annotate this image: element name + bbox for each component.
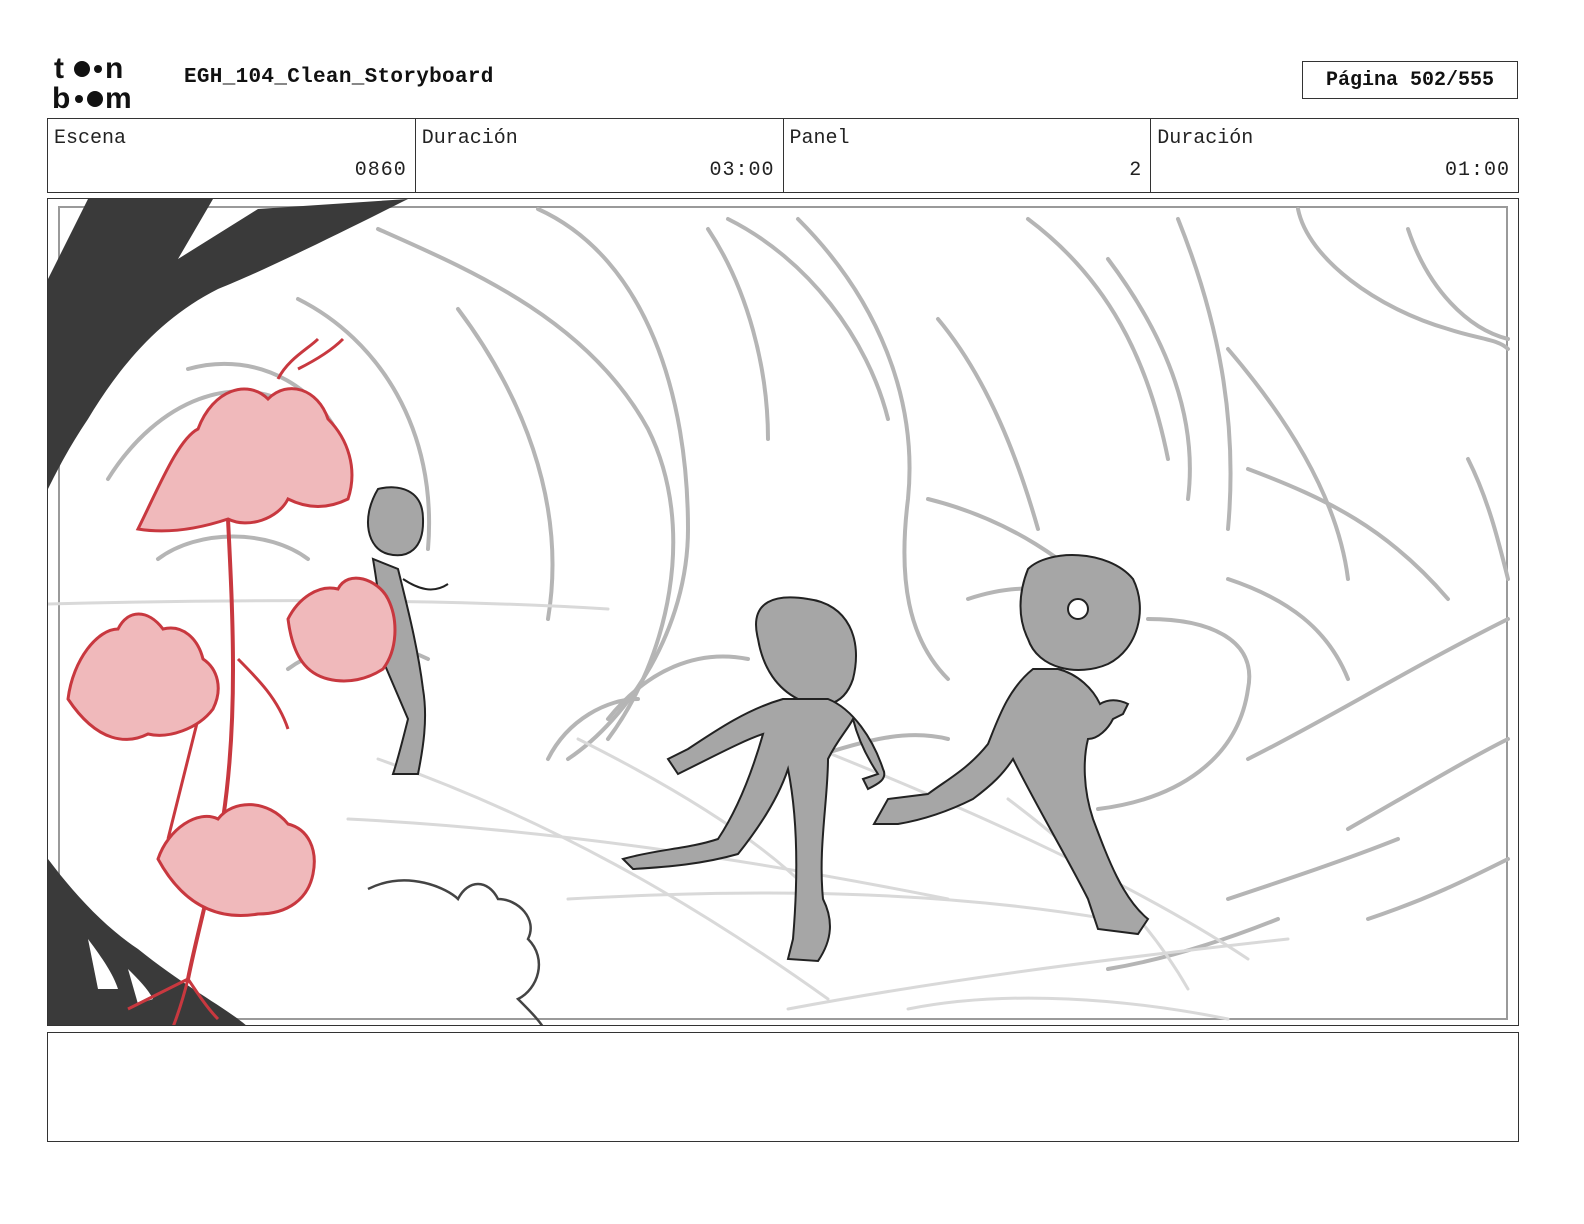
storyboard-panel: [47, 198, 1519, 1026]
scene-value: 0860: [354, 159, 407, 182]
svg-text:n: n: [105, 52, 123, 85]
page-indicator: Página 502/555: [1302, 61, 1518, 99]
panel-duration-cell: Duración 01:00: [1151, 119, 1518, 192]
scene-label: Escena: [54, 127, 127, 150]
front-girl-character: [872, 554, 1150, 936]
foreground-bush: [367, 879, 544, 1025]
scene-duration-value: 03:00: [709, 159, 775, 182]
scene-duration-label: Duración: [421, 127, 518, 150]
panel-cell: Panel 2: [784, 119, 1152, 192]
svg-text:t: t: [54, 52, 64, 85]
svg-text:m: m: [105, 82, 132, 112]
red-flower-plant: [66, 337, 397, 1025]
panel-duration-label: Duración: [1157, 127, 1254, 150]
toonboom-logo: t n b m: [52, 52, 132, 112]
scene-cell: Escena 0860: [48, 119, 416, 192]
panel-label: Panel: [789, 127, 850, 150]
scene-duration-cell: Duración 03:00: [416, 119, 784, 192]
panel-duration-value: 01:00: [1444, 159, 1510, 182]
panel-illustration: [48, 199, 1510, 1025]
document-title: EGH_104_Clean_Storyboard: [184, 66, 494, 89]
panel-notes-box: [47, 1032, 1519, 1142]
panel-value: 2: [1129, 159, 1143, 182]
middle-girl-character: [621, 596, 886, 963]
scene-info-bar: Escena 0860 Duración 03:00 Panel 2 Durac…: [47, 118, 1519, 193]
svg-text:b: b: [52, 82, 70, 112]
